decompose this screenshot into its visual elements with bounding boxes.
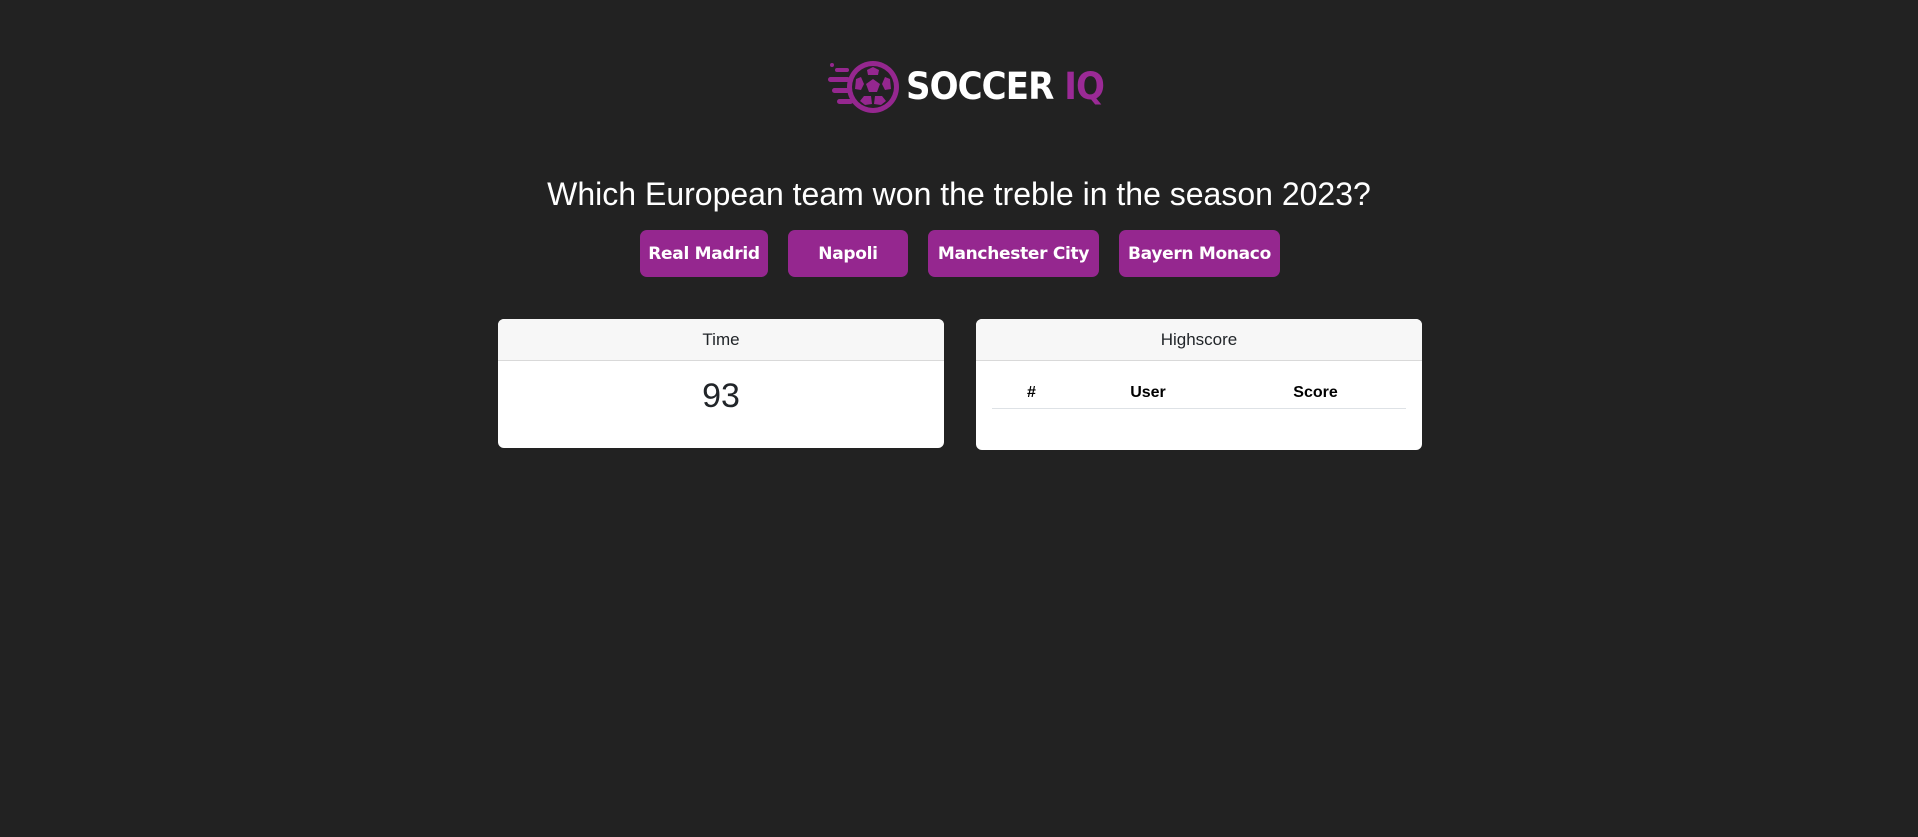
answer-button-bayern-monaco[interactable]: Bayern Monaco <box>1119 230 1280 277</box>
column-header-rank: # <box>992 377 1071 409</box>
timer-card: Time 93 <box>498 319 944 448</box>
soccer-ball-icon <box>828 61 899 113</box>
logo: SOCCER IQ <box>828 58 1121 116</box>
answer-button-real-madrid[interactable]: Real Madrid <box>640 230 768 277</box>
column-header-user: User <box>1071 377 1225 409</box>
logo-word-soccer: SOCCER <box>906 65 1054 108</box>
highscore-table: # User Score <box>992 377 1406 409</box>
answer-options: Real Madrid Napoli Manchester City Bayer… <box>0 230 1918 277</box>
page: SOCCER IQ Which European team won the tr… <box>0 0 1918 837</box>
timer-value: 93 <box>702 377 740 415</box>
logo-word-iq: IQ <box>1064 65 1105 108</box>
timer-card-header: Time <box>498 319 944 361</box>
logo-wordmark: SOCCER IQ <box>906 58 1105 116</box>
answer-button-manchester-city[interactable]: Manchester City <box>928 230 1099 277</box>
highscore-header-row: # User Score <box>992 377 1406 409</box>
highscore-card: Highscore # User Score <box>976 319 1422 450</box>
highscore-card-header: Highscore <box>976 319 1422 361</box>
question-text: Which European team won the treble in th… <box>547 176 1371 212</box>
answer-button-napoli[interactable]: Napoli <box>788 230 908 277</box>
column-header-score: Score <box>1225 377 1406 409</box>
